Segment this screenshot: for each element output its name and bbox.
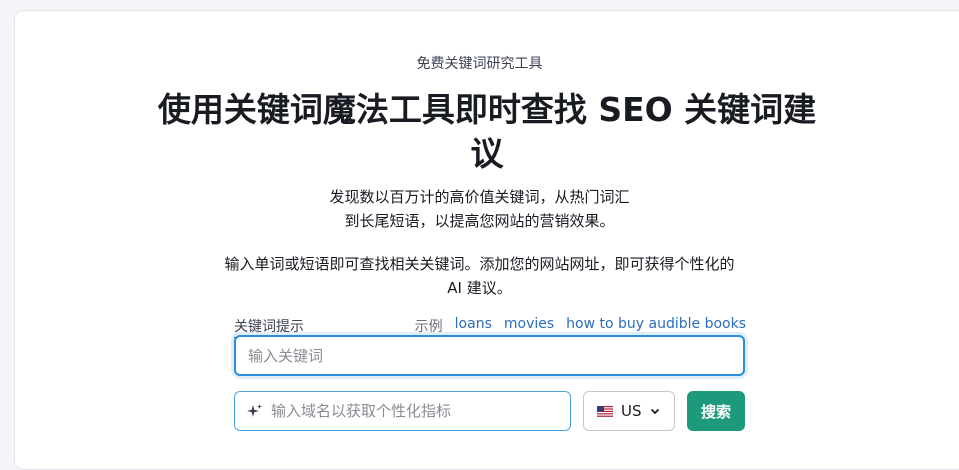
country-select[interactable]: US xyxy=(583,391,675,431)
chevron-down-icon xyxy=(650,406,660,416)
domain-input[interactable] xyxy=(271,392,570,430)
subtitle-line-1: 发现数以百万计的高价值关键词，从热门词汇 xyxy=(329,188,630,206)
subtitle: 发现数以百万计的高价值关键词，从热门词汇 到长尾短语，以提高您网站的营销效果。 xyxy=(0,185,959,233)
example-link-audible[interactable]: how to buy audible books xyxy=(566,316,746,336)
eyebrow-text: 免费关键词研究工具 xyxy=(416,56,543,72)
us-flag-icon xyxy=(597,405,613,417)
subtitle-line-2: 到长尾短语，以提高您网站的营销效果。 xyxy=(344,212,615,230)
keyword-input[interactable] xyxy=(234,335,745,376)
examples-list: 示例 loans movies how to buy audible books xyxy=(415,316,746,336)
country-value: US xyxy=(621,402,642,420)
example-link-movies[interactable]: movies xyxy=(504,316,554,336)
sparkle-icon xyxy=(247,403,263,419)
keyword-hint-row: 关键词提示 示例 loans movies how to buy audible… xyxy=(234,316,746,338)
example-link-loans[interactable]: loans xyxy=(455,316,492,336)
instruction-text: 输入单词或短语即可查找相关关键词。添加您的网站网址，即可获得个性化的 AI 建议… xyxy=(0,252,959,300)
instruction-line-1: 输入单词或短语即可查找相关关键词。添加您的网站网址，即可获得个性化的 xyxy=(224,255,735,273)
page-title: 使用关键词魔法工具即时查找 SEO 关键词建议 xyxy=(157,90,817,173)
search-button[interactable]: 搜索 xyxy=(687,391,745,431)
instruction-line-2: AI 建议。 xyxy=(447,279,512,297)
domain-field[interactable] xyxy=(234,391,571,431)
examples-label: 示例 xyxy=(414,319,443,335)
